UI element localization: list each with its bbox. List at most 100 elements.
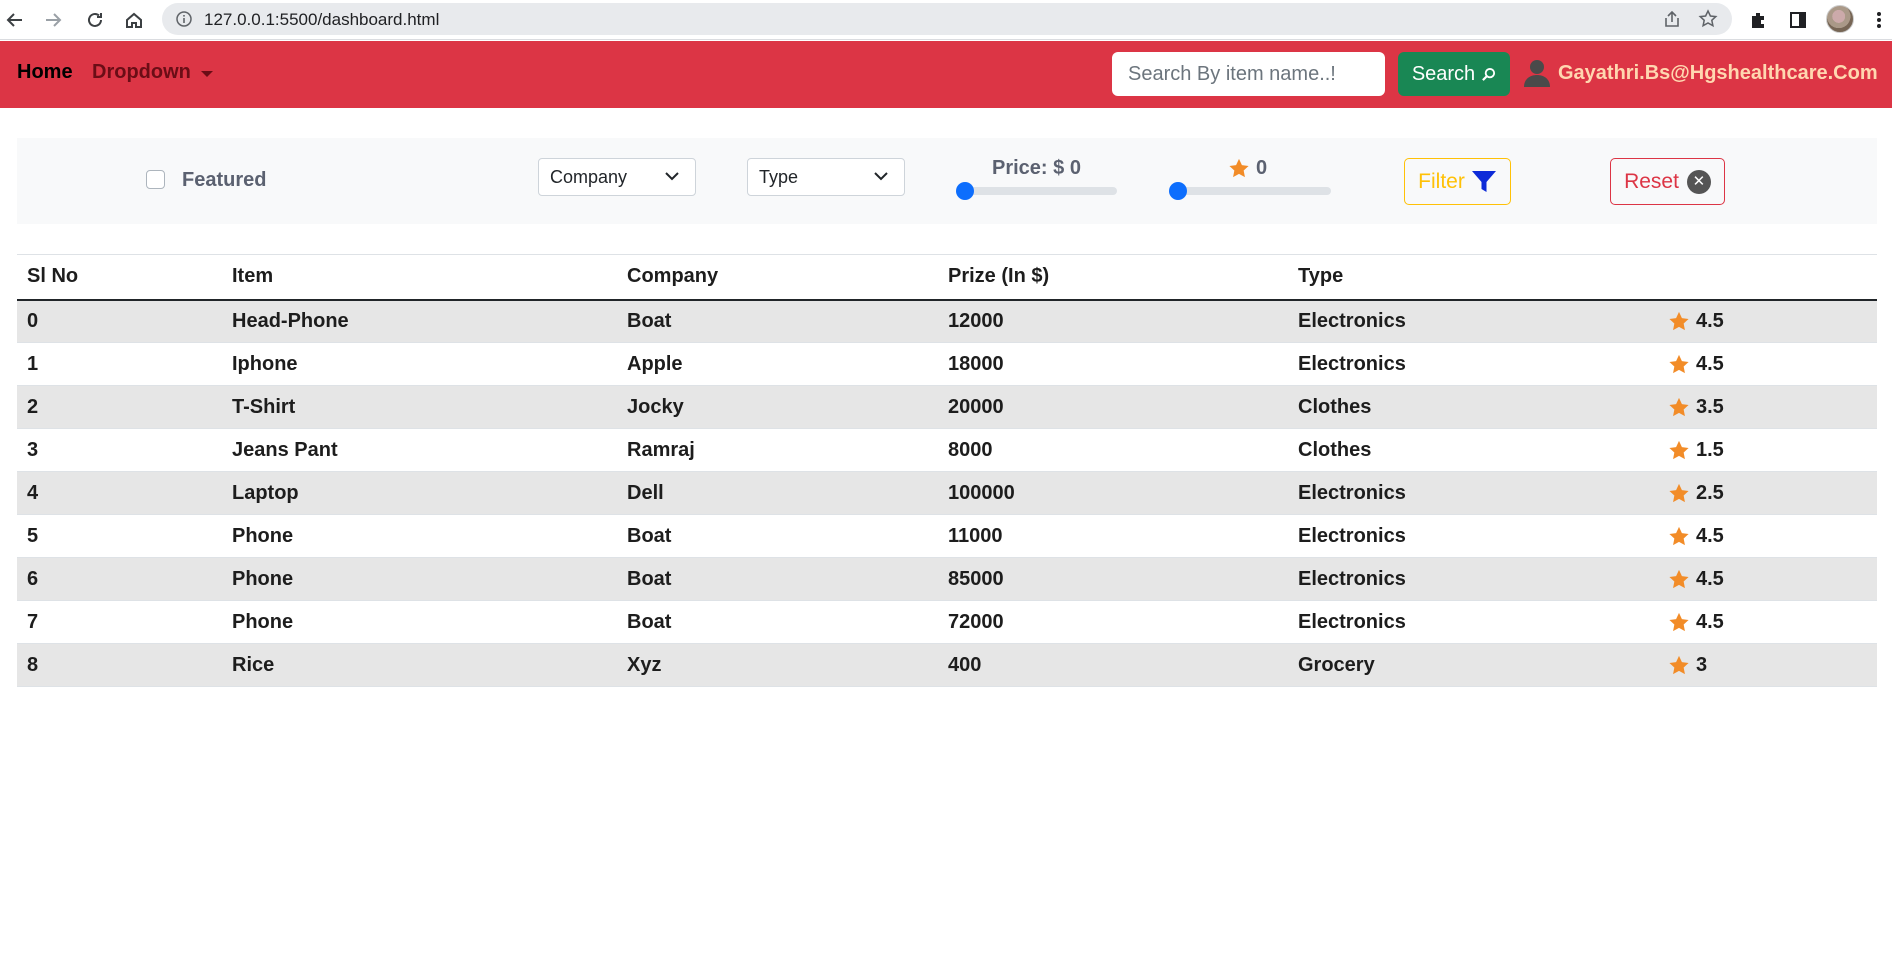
home-icon[interactable] — [121, 7, 147, 33]
rating-value: 4.5 — [1696, 309, 1724, 332]
search-button-label: Search — [1411, 62, 1476, 85]
rating-value: 3.5 — [1696, 395, 1724, 418]
star-icon — [1668, 397, 1690, 418]
star-icon — [1668, 655, 1690, 676]
cell-company: Boat — [627, 610, 672, 633]
star-icon — [1668, 483, 1690, 504]
filter-button[interactable]: Filter — [1404, 158, 1511, 205]
rating-value: 1.5 — [1696, 438, 1724, 461]
cell-type: Electronics — [1298, 352, 1406, 375]
address-bar[interactable]: 127.0.0.1:5500/dashboard.html — [162, 3, 1732, 35]
reload-icon[interactable] — [82, 7, 108, 33]
chevron-down-icon — [874, 172, 888, 181]
cell-rating: 3.5 — [1658, 386, 1877, 429]
cell-sl: 2 — [27, 395, 39, 418]
rating-value: 3 — [1696, 653, 1708, 676]
cell-type: Electronics — [1298, 309, 1406, 332]
table-row: 0 Head-Phone Boat 12000 Electronics 4.5 — [17, 299, 1877, 343]
nav-dropdown-toggle[interactable]: Dropdown — [92, 61, 213, 84]
nav-dropdown-label: Dropdown — [92, 61, 191, 83]
cell-price: 85000 — [948, 567, 1004, 590]
column-header: Sl No — [27, 265, 79, 288]
cell-type: Clothes — [1298, 438, 1372, 461]
rating-value: 4.5 — [1696, 352, 1724, 375]
user-menu[interactable]: Gayathri.Bs@Hgshealthcare.Com — [1524, 59, 1878, 87]
type-select-value: Type — [759, 167, 799, 187]
rating: 4.5 — [1668, 568, 1877, 591]
featured-checkbox[interactable] — [146, 170, 165, 189]
cell-type: Grocery — [1298, 653, 1375, 676]
cell-sl: 7 — [27, 610, 39, 633]
table-row: 6 Phone Boat 85000 Electronics 4.5 — [17, 557, 1877, 601]
cell-item: Phone — [232, 524, 294, 547]
rating: 4.5 — [1668, 525, 1877, 548]
price-slider-thumb[interactable] — [956, 182, 974, 200]
cell-type: Electronics — [1298, 481, 1406, 504]
table-body: 0 Head-Phone Boat 12000 Electronics 4.5 1 Iphon… — [17, 299, 1877, 687]
profile-avatar[interactable] — [1826, 5, 1854, 33]
cell-type: Electronics — [1298, 567, 1406, 590]
column-header: Type — [1298, 265, 1344, 288]
search-input[interactable] — [1112, 52, 1385, 96]
cell-price: 72000 — [948, 610, 1004, 633]
company-select[interactable]: Company — [538, 158, 696, 196]
price-slider[interactable] — [957, 187, 1117, 195]
reset-button[interactable]: Reset ✕ — [1610, 158, 1725, 205]
cell-type: Electronics — [1298, 524, 1406, 547]
products-table: Sl No Item Company Prize (In $) Type 0 Head-P… — [17, 254, 1877, 687]
cell-item: Iphone — [232, 352, 298, 375]
star-icon — [1229, 158, 1249, 178]
back-arrow-icon[interactable] — [2, 7, 28, 33]
rating-slider-thumb[interactable] — [1169, 182, 1187, 200]
cell-rating: 4.5 — [1658, 300, 1877, 343]
cell-item: Rice — [232, 653, 275, 676]
side-panel-icon[interactable] — [1785, 7, 1811, 33]
menu-kebab-icon[interactable] — [1866, 7, 1892, 33]
nav-home-link[interactable]: Home — [17, 61, 73, 84]
rating-value: 4.5 — [1696, 610, 1724, 633]
cell-item: Head-Phone — [232, 309, 349, 332]
cell-sl: 6 — [27, 567, 39, 590]
table-row: 5 Phone Boat 11000 Electronics 4.5 — [17, 514, 1877, 558]
column-header — [1658, 255, 1877, 300]
bookmark-star-icon[interactable] — [1698, 9, 1718, 34]
cell-item: Phone — [232, 610, 294, 633]
cell-item: Jeans Pant — [232, 438, 338, 461]
cell-sl: 8 — [27, 653, 39, 676]
cell-item: Laptop — [232, 481, 299, 504]
cell-type: Electronics — [1298, 610, 1406, 633]
cell-company: Dell — [627, 481, 664, 504]
cell-company: Xyz — [627, 653, 662, 676]
rating: 3 — [1668, 654, 1877, 677]
featured-label: Featured — [182, 169, 267, 191]
forward-arrow-icon[interactable] — [40, 7, 66, 33]
type-select[interactable]: Type — [747, 158, 905, 196]
site-info-icon[interactable] — [176, 11, 192, 32]
extensions-icon[interactable] — [1745, 7, 1771, 33]
reset-button-label: Reset — [1624, 169, 1679, 193]
share-icon[interactable] — [1662, 9, 1682, 34]
star-icon — [1668, 526, 1690, 547]
cell-sl: 5 — [27, 524, 39, 547]
cell-company: Apple — [627, 352, 683, 375]
search-button[interactable]: Search — [1398, 52, 1510, 96]
cell-rating: 1.5 — [1658, 429, 1877, 472]
star-icon — [1668, 354, 1690, 375]
star-icon — [1668, 440, 1690, 461]
rating-value: 4.5 — [1696, 524, 1724, 547]
browser-toolbar: 127.0.0.1:5500/dashboard.html — [0, 0, 1892, 40]
column-header: Company — [627, 265, 719, 288]
search-icon — [1482, 67, 1496, 81]
star-icon — [1668, 311, 1690, 332]
cell-company: Ramraj — [627, 438, 695, 461]
cell-rating: 4.5 — [1658, 515, 1877, 558]
table-row: 1 Iphone Apple 18000 Electronics 4.5 — [17, 342, 1877, 386]
cell-price: 8000 — [948, 438, 993, 461]
chevron-down-icon — [665, 172, 679, 181]
cell-item: T-Shirt — [232, 395, 296, 418]
cell-rating: 2.5 — [1658, 472, 1877, 515]
cell-company: Jocky — [627, 395, 684, 418]
rating-slider[interactable] — [1171, 187, 1331, 195]
cell-price: 100000 — [948, 481, 1015, 504]
cell-rating: 3 — [1658, 644, 1877, 687]
